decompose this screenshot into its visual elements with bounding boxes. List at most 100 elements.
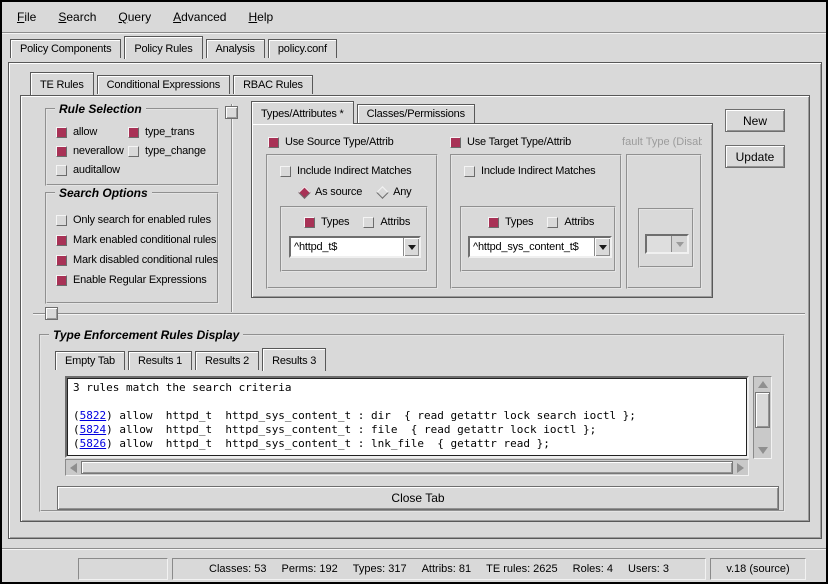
scroll-up-icon[interactable] xyxy=(755,377,770,392)
close-tab-button[interactable]: Close Tab xyxy=(57,486,779,510)
default-type-frame xyxy=(626,154,702,289)
checkbox-only-search-for-enabled-rules[interactable]: Only search for enabled rules xyxy=(56,214,218,226)
checkbox-indicator xyxy=(304,217,315,228)
scroll-left-icon[interactable] xyxy=(66,460,81,475)
rule-id-link[interactable]: 5824 xyxy=(80,423,107,436)
status-roles: Roles: 4 xyxy=(573,563,613,575)
tab-analysis[interactable]: Analysis xyxy=(206,39,265,58)
horizontal-scrollbar[interactable] xyxy=(65,459,749,476)
checkbox-type-change[interactable]: type_change xyxy=(128,145,206,157)
chevron-down-icon xyxy=(408,245,416,250)
vertical-sash-line xyxy=(231,104,233,312)
te-rules-display-title: Type Enforcement Rules Display xyxy=(49,328,243,342)
checkbox-source-attribs[interactable]: Attribs xyxy=(363,216,410,228)
checkbox-target-attribs[interactable]: Attribs xyxy=(547,216,594,228)
app-window: FileSearchQueryAdvancedHelp Policy Compo… xyxy=(0,0,828,584)
source-type-frame: Include Indirect Matches As source Any T… xyxy=(266,154,438,289)
checkbox-use-target-type-attrib[interactable]: Use Target Type/Attrib xyxy=(450,136,571,148)
update-button[interactable]: Update xyxy=(725,145,785,168)
rule-id-link[interactable]: 5826 xyxy=(80,437,107,450)
checkbox-include-indirect-target[interactable]: Include Indirect Matches xyxy=(464,165,595,177)
horizontal-sash-handle[interactable] xyxy=(45,307,58,320)
checkbox-label: auditallow xyxy=(73,164,120,176)
radio-any[interactable]: Any xyxy=(378,186,411,198)
checkbox-indicator xyxy=(56,165,67,176)
checkbox-indicator xyxy=(56,255,67,266)
source-types-attribs-frame: Types Attribs ^httpd_t$ xyxy=(280,206,428,272)
checkbox-mark-disabled-conditional-rules[interactable]: Mark disabled conditional rules xyxy=(56,254,218,266)
menubar-divider xyxy=(2,32,826,34)
tab-classes-permissions[interactable]: Classes/Permissions xyxy=(357,104,475,123)
checkbox-indicator xyxy=(56,235,67,246)
target-type-frame: Include Indirect Matches Types Attribs ^… xyxy=(450,154,622,289)
checkbox-source-types[interactable]: Types xyxy=(304,216,349,228)
tab-policy-rules[interactable]: Policy Rules xyxy=(124,36,202,59)
combobox-dropdown-button[interactable] xyxy=(594,238,610,256)
menu-search[interactable]: Search xyxy=(47,7,107,27)
checkbox-indicator xyxy=(56,215,67,226)
checkbox-allow[interactable]: allow xyxy=(56,126,128,138)
checkbox-enable-regular-expressions[interactable]: Enable Regular Expressions xyxy=(56,274,218,286)
statusbar-empty-box xyxy=(78,558,168,580)
menu-help[interactable]: Help xyxy=(237,7,284,27)
rule-id-link[interactable]: 5822 xyxy=(80,409,107,422)
status-perms: Perms: 192 xyxy=(282,563,338,575)
checkbox-indicator xyxy=(464,166,475,177)
combobox-dropdown-button xyxy=(671,236,687,252)
scroll-down-icon[interactable] xyxy=(755,443,770,458)
rule-selection-title: Rule Selection xyxy=(55,102,146,116)
checkbox-label: type_change xyxy=(145,145,206,157)
status-te-rules: TE rules: 2625 xyxy=(486,563,558,575)
checkbox-label: Mark disabled conditional rules xyxy=(73,254,218,266)
checkbox-mark-enabled-conditional-rules[interactable]: Mark enabled conditional rules xyxy=(56,234,218,246)
tab-rbac-rules[interactable]: RBAC Rules xyxy=(233,75,313,94)
tab-results-1[interactable]: Results 1 xyxy=(128,351,192,370)
checkbox-label: Enable Regular Expressions xyxy=(73,274,207,286)
menu-file[interactable]: File xyxy=(6,7,47,27)
default-type-inner-frame xyxy=(638,208,694,268)
checkbox-indicator xyxy=(56,146,67,157)
checkbox-label: allow xyxy=(73,126,97,138)
tab-policy-components[interactable]: Policy Components xyxy=(10,39,121,58)
new-button[interactable]: New xyxy=(725,109,785,132)
radio-as-source[interactable]: As source xyxy=(300,186,362,198)
target-type-value[interactable]: ^httpd_sys_content_t$ xyxy=(470,240,594,254)
search-options-frame: Search Options Only search for enabled r… xyxy=(45,192,219,304)
checkbox-include-indirect-source[interactable]: Include Indirect Matches xyxy=(280,165,411,177)
tab-results-3[interactable]: Results 3 xyxy=(262,348,326,371)
vertical-sash-handle[interactable] xyxy=(225,106,238,119)
vertical-scrollbar[interactable] xyxy=(753,376,772,459)
checkbox-auditallow[interactable]: auditallow xyxy=(56,164,128,176)
horizontal-scrollbar-thumb[interactable] xyxy=(81,461,733,474)
checkbox-indicator xyxy=(363,217,374,228)
checkbox-neverallow[interactable]: neverallow xyxy=(56,145,128,157)
radio-indicator xyxy=(376,186,389,199)
source-type-value[interactable]: ^httpd_t$ xyxy=(291,240,403,254)
checkbox-use-source-type-attrib[interactable]: Use Source Type/Attrib xyxy=(268,136,394,148)
search-options-title: Search Options xyxy=(55,186,152,200)
scroll-right-icon[interactable] xyxy=(733,460,748,475)
checkbox-target-types[interactable]: Types xyxy=(488,216,533,228)
target-types-attribs-frame: Types Attribs ^httpd_sys_content_t$ xyxy=(460,206,616,272)
tab-te-rules[interactable]: TE Rules xyxy=(30,72,94,95)
tab-results-2[interactable]: Results 2 xyxy=(195,351,259,370)
menu-query[interactable]: Query xyxy=(107,7,162,27)
results-text-area[interactable]: 3 rules match the search criteria (5822)… xyxy=(65,376,749,458)
statusbar-divider xyxy=(2,548,826,550)
target-type-combobox[interactable]: ^httpd_sys_content_t$ xyxy=(468,236,612,258)
checkbox-indicator xyxy=(488,217,499,228)
tab-conditional-expressions[interactable]: Conditional Expressions xyxy=(97,75,230,94)
vertical-scrollbar-thumb[interactable] xyxy=(755,392,770,428)
default-type-combobox-disabled xyxy=(645,234,689,254)
menu-advanced[interactable]: Advanced xyxy=(162,7,237,27)
tab-empty-tab[interactable]: Empty Tab xyxy=(55,351,125,370)
status-users: Users: 3 xyxy=(628,563,669,575)
checkbox-type-trans[interactable]: type_trans xyxy=(128,126,206,138)
statusbar-version: v.18 (source) xyxy=(710,558,806,580)
tab-types-attributes[interactable]: Types/Attributes * xyxy=(251,101,354,124)
sub-tab-bar: TE RulesConditional ExpressionsRBAC Rule… xyxy=(30,72,316,94)
source-type-combobox[interactable]: ^httpd_t$ xyxy=(289,236,421,258)
tab-policy-conf[interactable]: policy.conf xyxy=(268,39,337,58)
status-classes: Classes: 53 xyxy=(209,563,266,575)
combobox-dropdown-button[interactable] xyxy=(403,238,419,256)
